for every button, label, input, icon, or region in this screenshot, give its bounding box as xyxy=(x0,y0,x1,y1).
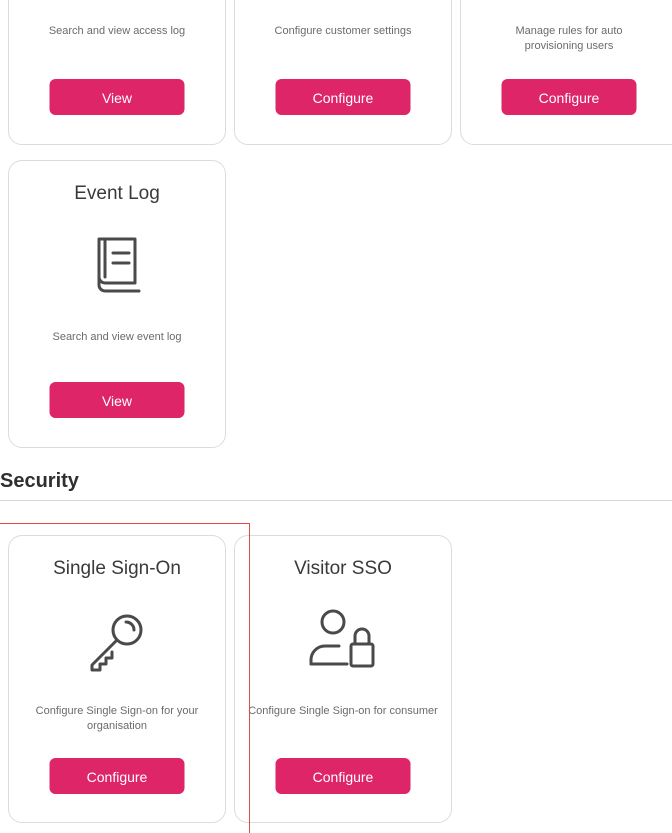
card-description: Configure Single Sign-on for consumer xyxy=(248,705,438,717)
view-access-log-button[interactable]: View xyxy=(49,79,185,115)
auto-provisioning-card: Manage rules for auto provisioning users… xyxy=(460,0,672,145)
card-title: Event Log xyxy=(74,183,160,204)
access-log-card: Search and view access log View xyxy=(8,0,226,145)
configure-auto-provisioning-button[interactable]: Configure xyxy=(501,79,637,115)
section-title: Security xyxy=(0,470,79,492)
view-event-log-button[interactable]: View xyxy=(49,382,185,418)
card-title: Single Sign-On xyxy=(53,558,181,579)
section-divider xyxy=(0,500,672,501)
configure-visitor-sso-button[interactable]: Configure xyxy=(275,758,411,794)
card-description: Configure customer settings xyxy=(274,25,412,37)
customer-settings-card: Configure customer settings Configure xyxy=(234,0,452,145)
user-lock-icon xyxy=(303,608,383,677)
card-description: Search and view access log xyxy=(48,25,186,37)
visitor-sso-card: Visitor SSO Configure Single Sign-on for… xyxy=(234,535,452,823)
configure-customer-settings-button[interactable]: Configure xyxy=(275,79,411,115)
card-title: Visitor SSO xyxy=(294,558,392,579)
event-log-card: Event Log Search and view event log View xyxy=(8,160,226,448)
card-description: Manage rules for auto provisioning users xyxy=(515,25,623,52)
key-icon xyxy=(82,610,152,679)
book-icon xyxy=(91,233,143,302)
card-description: Configure Single Sign-on for your organi… xyxy=(35,705,199,732)
single-sign-on-card: Single Sign-On Configure Single Sign-on … xyxy=(8,535,226,823)
configure-single-sign-on-button[interactable]: Configure xyxy=(49,758,185,794)
card-description: Search and view event log xyxy=(52,331,182,343)
